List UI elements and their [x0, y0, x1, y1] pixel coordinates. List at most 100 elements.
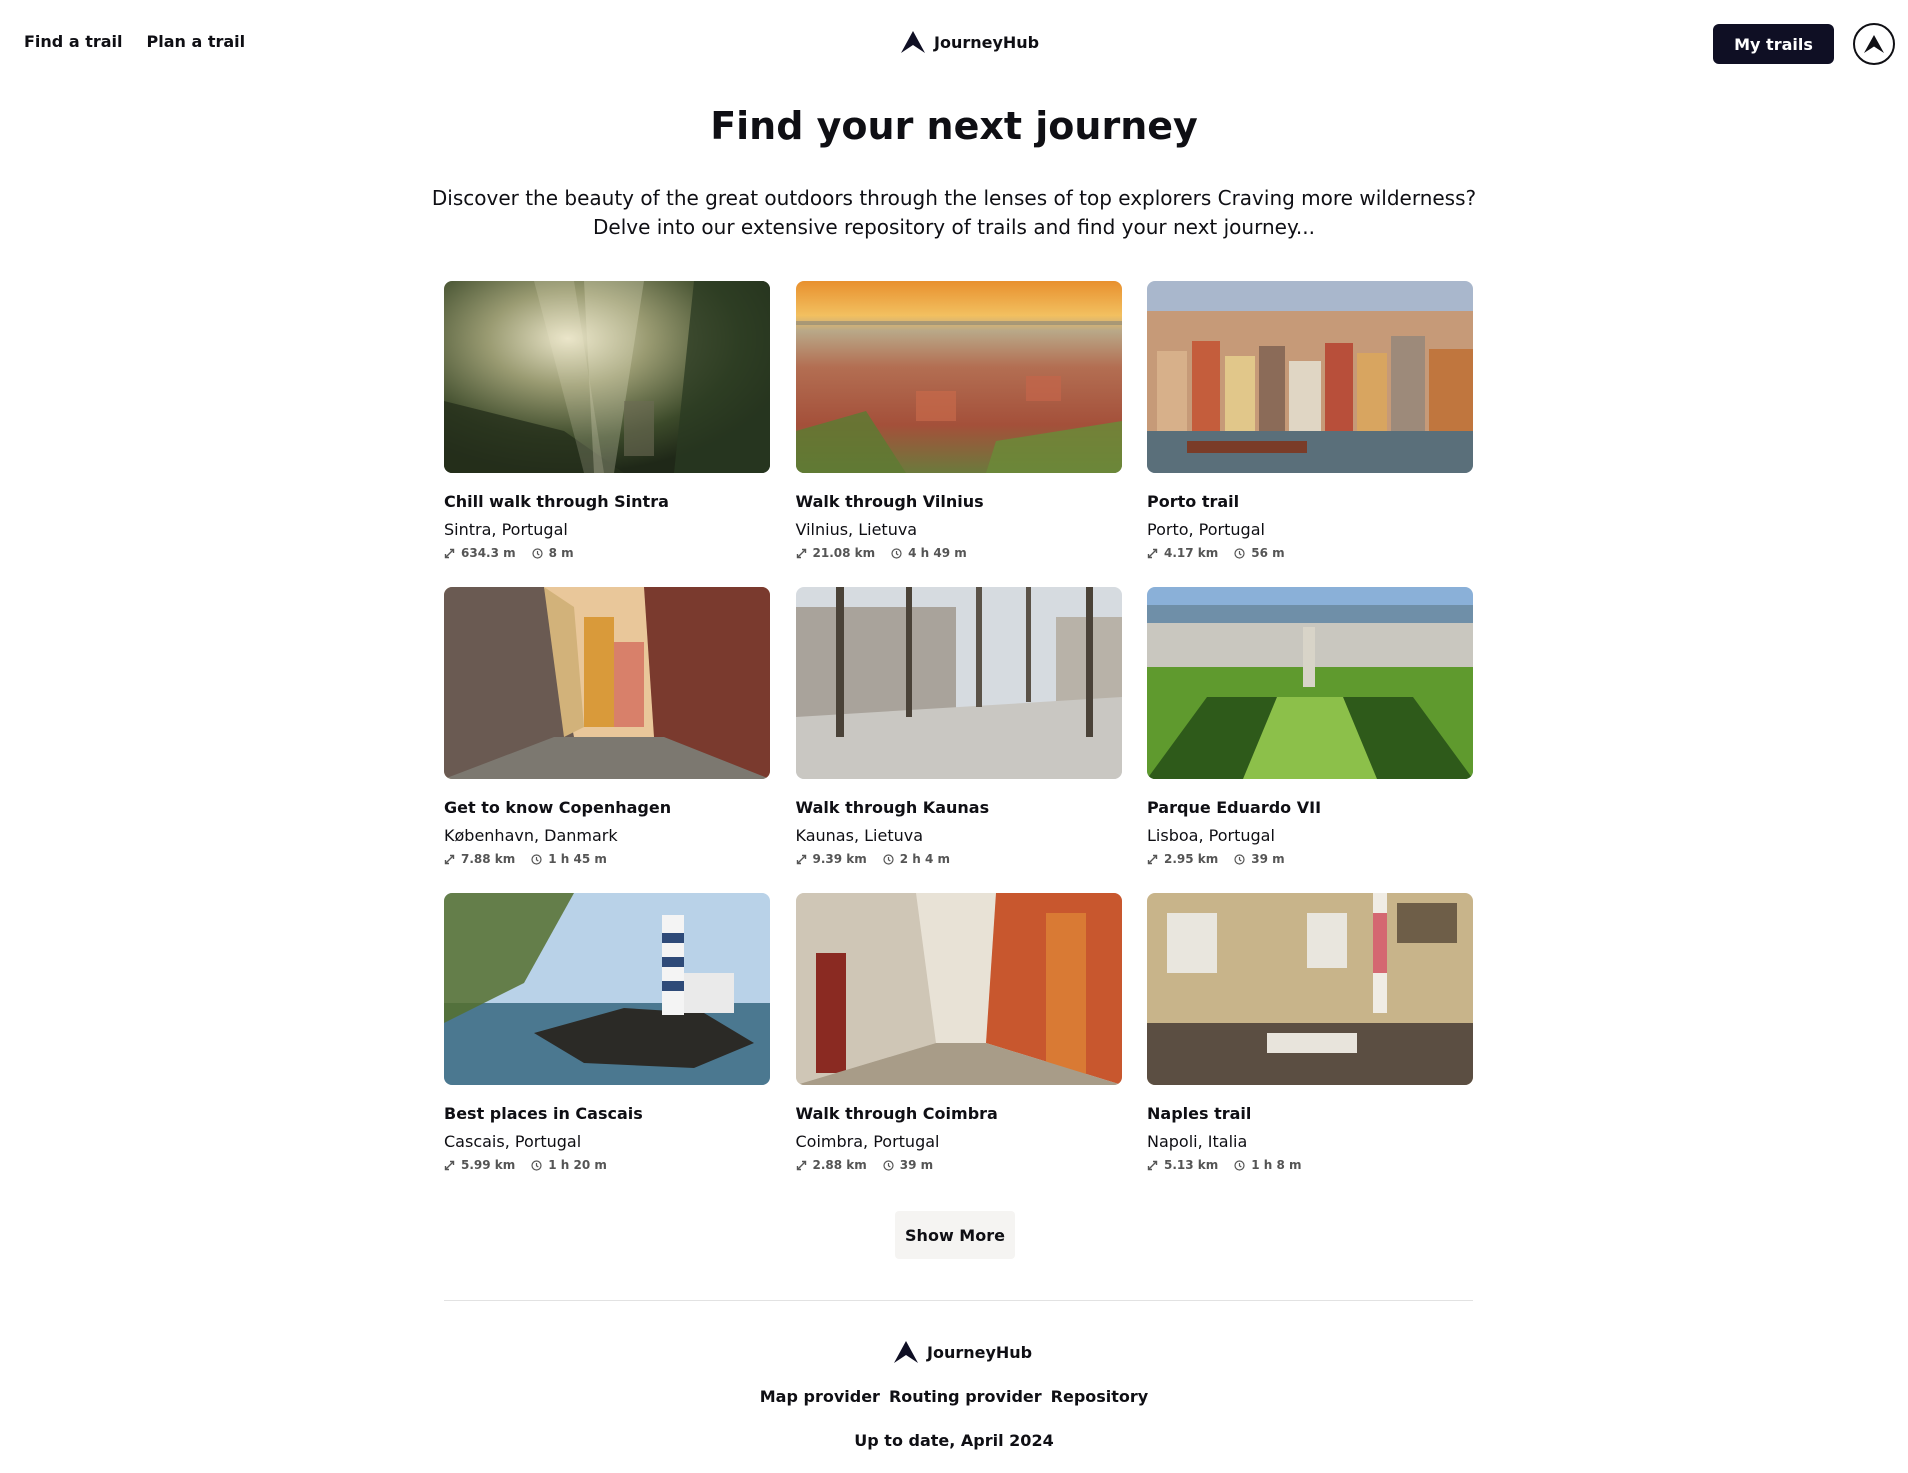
trail-image[interactable]: [444, 893, 770, 1085]
clock-icon: [1234, 853, 1245, 865]
duration-value: 2 h 4 m: [899, 852, 951, 866]
trail-duration: 39 m: [883, 1158, 933, 1172]
clock-icon: [1234, 547, 1245, 559]
trail-title: Get to know Copenhagen: [444, 798, 672, 817]
trail-card[interactable]: Chill walk through Sintra Sintra, Portug…: [444, 281, 770, 587]
trail-meta: 21.08 km 4 h 49 m: [796, 546, 1122, 560]
trail-card[interactable]: Get to know Copenhagen København, Danmar…: [444, 587, 770, 893]
clock-icon: [532, 547, 543, 559]
duration-value: 1 h 8 m: [1251, 1158, 1302, 1172]
distance-arrow-icon: [444, 548, 455, 558]
footer-links: Map provider Routing provider Repository: [0, 1387, 1908, 1406]
distance-arrow-icon: [796, 1160, 806, 1170]
distance-value: 21.08 km: [812, 546, 876, 560]
footer-link-map-provider[interactable]: Map provider: [760, 1387, 880, 1406]
trail-title: Walk through Kaunas: [795, 798, 990, 817]
trail-location: Cascais, Portugal: [444, 1132, 582, 1151]
trail-card[interactable]: Parque Eduardo VII Lisboa, Portugal 2.95…: [1147, 587, 1473, 893]
distance-arrow-icon: [796, 548, 806, 558]
trail-distance: 7.88 km: [444, 852, 515, 866]
clock-icon: [1234, 1159, 1245, 1171]
distance-arrow-icon: [1147, 548, 1158, 558]
clock-icon: [531, 853, 542, 865]
intro-text: Discover the beauty of the great outdoor…: [404, 184, 1504, 242]
footer-brand[interactable]: JourneyHub: [893, 1340, 1032, 1364]
trail-distance: 5.13 km: [1147, 1158, 1218, 1172]
trail-grid: Chill walk through Sintra Sintra, Portug…: [444, 281, 1473, 1199]
trail-card[interactable]: Walk through Kaunas Kaunas, Lietuva 9.39…: [795, 587, 1122, 893]
distance-value: 7.88 km: [461, 852, 516, 866]
trail-meta: 2.95 km 39 m: [1147, 852, 1473, 866]
trail-distance: 21.08 km: [796, 546, 876, 560]
trail-location: Sintra, Portugal: [444, 520, 568, 539]
footer-brand-name: JourneyHub: [927, 1342, 1033, 1362]
page-title: Find your next journey: [710, 104, 1198, 148]
brand-logo[interactable]: JourneyHub: [900, 30, 1039, 54]
trail-meta: 7.88 km 1 h 45 m: [444, 852, 770, 866]
trail-card[interactable]: Porto trail Porto, Portugal 4.17 km 56 m: [1147, 281, 1473, 587]
distance-value: 5.99 km: [461, 1158, 516, 1172]
trail-location: København, Danmark: [444, 826, 618, 845]
brand-name: JourneyHub: [934, 32, 1040, 52]
intro-line: Discover the beauty of the great outdoor…: [431, 186, 1477, 210]
distance-value: 4.17 km: [1164, 546, 1219, 560]
trail-image[interactable]: [795, 587, 1122, 779]
trail-duration: 2 h 4 m: [883, 852, 950, 866]
trail-image[interactable]: [444, 587, 770, 779]
trail-title: Walk through Coimbra: [795, 1104, 998, 1123]
trail-image[interactable]: [1147, 281, 1473, 473]
distance-arrow-icon: [1147, 1160, 1158, 1170]
trail-meta: 9.39 km 2 h 4 m: [796, 852, 1122, 866]
distance-value: 2.88 km: [812, 1158, 867, 1172]
distance-arrow-icon: [444, 854, 455, 864]
trail-image[interactable]: [444, 281, 770, 473]
trail-meta: 634.3 m 8 m: [444, 546, 770, 560]
user-avatar-icon[interactable]: [1853, 23, 1895, 65]
trail-distance: 9.39 km: [796, 852, 867, 866]
trail-title: Walk through Vilnius: [795, 492, 984, 511]
trail-title: Parque Eduardo VII: [1147, 798, 1322, 817]
trail-meta: 5.13 km 1 h 8 m: [1147, 1158, 1473, 1172]
distance-value: 2.95 km: [1164, 852, 1219, 866]
trail-distance: 2.88 km: [796, 1158, 867, 1172]
trail-image[interactable]: [1147, 893, 1473, 1085]
clock-icon: [883, 853, 894, 865]
trail-meta: 4.17 km 56 m: [1147, 546, 1473, 560]
my-trails-button[interactable]: My trails: [1713, 24, 1834, 64]
clock-icon: [883, 1159, 894, 1171]
trail-card[interactable]: Walk through Coimbra Coimbra, Portugal 2…: [795, 893, 1122, 1199]
nav-plan-trail[interactable]: Plan a trail: [147, 32, 246, 51]
trail-meta: 5.99 km 1 h 20 m: [444, 1158, 770, 1172]
trail-location: Kaunas, Lietuva: [795, 826, 924, 845]
nav-find-trail[interactable]: Find a trail: [24, 32, 123, 51]
duration-value: 56 m: [1251, 546, 1285, 560]
trail-distance: 5.99 km: [444, 1158, 515, 1172]
trail-title: Porto trail: [1147, 492, 1240, 511]
show-more-button[interactable]: Show More: [895, 1211, 1015, 1259]
distance-value: 9.39 km: [812, 852, 867, 866]
footer-update-note: Up to date, April 2024: [854, 1431, 1054, 1450]
clock-icon: [891, 547, 902, 559]
trail-meta: 2.88 km 39 m: [796, 1158, 1122, 1172]
trail-image[interactable]: [1147, 587, 1473, 779]
distance-value: 5.13 km: [1164, 1158, 1219, 1172]
trail-duration: 4 h 49 m: [891, 546, 967, 560]
trail-location: Coimbra, Portugal: [795, 1132, 940, 1151]
duration-value: 8 m: [548, 546, 574, 560]
footer-divider: [444, 1300, 1473, 1301]
trail-image[interactable]: [795, 281, 1122, 473]
distance-arrow-icon: [1147, 854, 1158, 864]
footer-link-routing-provider[interactable]: Routing provider: [889, 1387, 1042, 1406]
trail-card[interactable]: Naples trail Napoli, Italia 5.13 km 1 h …: [1147, 893, 1473, 1199]
trail-duration: 8 m: [532, 546, 574, 560]
trail-title: Chill walk through Sintra: [444, 492, 669, 511]
trail-card[interactable]: Best places in Cascais Cascais, Portugal…: [444, 893, 770, 1199]
duration-value: 39 m: [1251, 852, 1285, 866]
trail-location: Napoli, Italia: [1147, 1132, 1248, 1151]
footer-link-repository[interactable]: Repository: [1051, 1387, 1149, 1406]
trail-duration: 1 h 45 m: [531, 852, 607, 866]
duration-value: 1 h 45 m: [548, 852, 607, 866]
trail-image[interactable]: [795, 893, 1122, 1085]
duration-value: 1 h 20 m: [548, 1158, 607, 1172]
trail-card[interactable]: Walk through Vilnius Vilnius, Lietuva 21…: [795, 281, 1122, 587]
